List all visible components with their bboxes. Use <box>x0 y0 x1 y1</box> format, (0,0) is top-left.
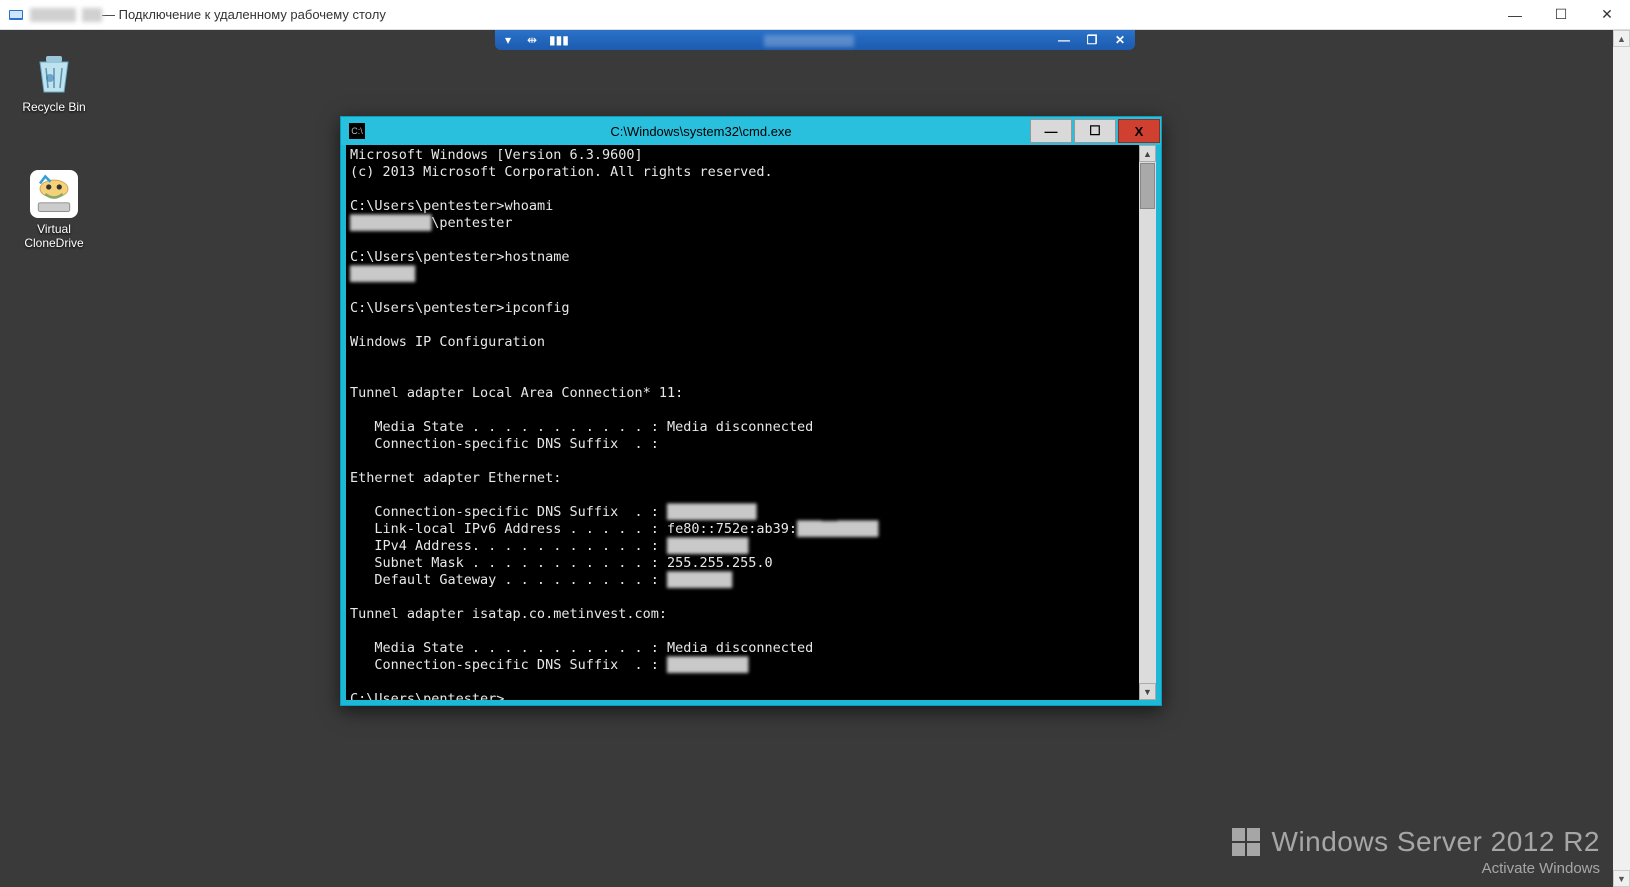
cmd-app-icon: C:\ <box>349 123 365 139</box>
conn-drag-icon: ⇹ <box>525 33 539 47</box>
cmd-line: Default Gateway . . . . . . . . . : <box>350 572 667 588</box>
recycle-bin-icon <box>30 48 78 96</box>
cmd-line: Media State . . . . . . . . . . . : Medi… <box>350 640 813 656</box>
desktop-icon-recycle-bin[interactable]: Recycle Bin <box>14 48 94 114</box>
conn-bar-title-redacted <box>764 35 854 47</box>
cmd-line: Media State . . . . . . . . . . . : Medi… <box>350 419 813 435</box>
scroll-track[interactable] <box>1613 47 1630 870</box>
cmd-title: C:\Windows\system32\cmd.exe <box>373 124 1029 139</box>
maximize-icon: ☐ <box>1555 6 1568 23</box>
conn-minimize-button[interactable]: — <box>1055 33 1073 47</box>
rdp-title-redacted-host-b <box>82 8 102 22</box>
rdp-client-titlebar: — Подключение к удаленному рабочему стол… <box>0 0 1630 30</box>
cmd-prompt: C:\Users\pentester> <box>350 300 504 316</box>
cmd-prompt: C:\Users\pentester> <box>350 249 504 265</box>
cmd-line: Microsoft Windows [Version 6.3.9600] <box>350 147 643 163</box>
conn-close-button[interactable]: ✕ <box>1111 33 1129 47</box>
cmd-output[interactable]: Microsoft Windows [Version 6.3.9600] (c)… <box>346 145 1139 700</box>
cmd-redacted: ████████ <box>667 572 732 588</box>
rdp-title-redacted-host-a <box>30 8 76 22</box>
cmd-line: Connection-specific DNS Suffix . : <box>350 504 667 520</box>
conn-restore-button[interactable]: ❐ <box>1083 33 1101 47</box>
cmd-command: whoami <box>504 198 553 214</box>
rdp-vertical-scrollbar[interactable]: ▲ ▼ <box>1613 30 1630 887</box>
cmd-line: Tunnel adapter isatap.co.metinvest.com: <box>350 606 667 622</box>
minimize-icon: — <box>1508 7 1522 23</box>
cmd-line: Ethernet adapter Ethernet: <box>350 470 561 486</box>
watermark-product: Windows Server 2012 R2 <box>1272 826 1600 858</box>
cmd-line: Link-local IPv6 Address . . . . . : fe80… <box>350 521 797 537</box>
rdp-title-suffix: — Подключение к удаленному рабочему стол… <box>102 7 386 22</box>
cmd-redacted: ████████ <box>350 266 415 282</box>
cmd-redacted: ███████████ <box>667 504 756 520</box>
rdp-close-button[interactable]: ✕ <box>1584 0 1630 30</box>
rdp-minimize-button[interactable]: — <box>1492 0 1538 30</box>
maximize-icon: ☐ <box>1089 123 1101 139</box>
cmd-titlebar[interactable]: C:\ C:\Windows\system32\cmd.exe — ☐ X <box>341 117 1161 145</box>
cmd-client-area: Microsoft Windows [Version 6.3.9600] (c)… <box>346 145 1156 700</box>
remote-desktop-viewport: ▲ ▼ ▾ ⇹ ▮▮▮ — ❐ ✕ Recycle Bin Virtual Cl… <box>0 30 1630 887</box>
minimize-icon: — <box>1045 124 1058 139</box>
cmd-line: Connection-specific DNS Suffix . : <box>350 657 667 673</box>
cmd-prompt: C:\Users\pentester> <box>350 691 504 700</box>
cmd-scrollbar[interactable]: ▲ ▼ <box>1139 145 1156 700</box>
scroll-up-icon[interactable]: ▲ <box>1613 30 1630 47</box>
rdp-maximize-button[interactable]: ☐ <box>1538 0 1584 30</box>
cmd-line: Tunnel adapter Local Area Connection* 11… <box>350 385 683 401</box>
scroll-thumb[interactable] <box>1140 163 1155 209</box>
scroll-track[interactable] <box>1139 210 1156 683</box>
cmd-redacted: ██████████ <box>667 657 748 673</box>
scroll-down-icon[interactable]: ▼ <box>1613 870 1630 887</box>
cmd-redacted: ██████████ <box>350 215 431 231</box>
cmd-line: Windows IP Configuration <box>350 334 545 350</box>
scroll-down-icon[interactable]: ▼ <box>1139 683 1156 700</box>
cmd-line: (c) 2013 Microsoft Corporation. All righ… <box>350 164 773 180</box>
cmd-line: Connection-specific DNS Suffix . : <box>350 436 659 452</box>
close-icon: X <box>1135 124 1144 139</box>
rdp-connection-bar[interactable]: ▾ ⇹ ▮▮▮ — ❐ ✕ <box>495 30 1135 50</box>
conn-bar-title <box>573 33 1045 47</box>
virtual-clonedrive-icon <box>30 170 78 218</box>
cmd-command: hostname <box>504 249 569 265</box>
watermark-activate: Activate Windows <box>1232 860 1600 877</box>
cmd-redacted: ███ █████ <box>797 521 878 537</box>
activation-watermark: Windows Server 2012 R2 Activate Windows <box>1232 826 1600 877</box>
conn-signal-icon: ▮▮▮ <box>549 33 563 47</box>
cmd-close-button[interactable]: X <box>1118 119 1160 143</box>
rdp-app-icon <box>8 7 24 23</box>
desktop-icon-label: Recycle Bin <box>14 100 94 114</box>
cmd-line: \pentester <box>431 215 512 231</box>
cmd-window[interactable]: C:\ C:\Windows\system32\cmd.exe — ☐ X Mi… <box>340 116 1162 706</box>
cmd-maximize-button[interactable]: ☐ <box>1074 119 1116 143</box>
conn-pin-icon[interactable]: ▾ <box>501 33 515 47</box>
cmd-redacted: ██████████ <box>667 538 748 554</box>
scroll-up-icon[interactable]: ▲ <box>1139 145 1156 162</box>
windows-logo-icon <box>1232 828 1260 856</box>
desktop-icon-label: Virtual CloneDrive <box>14 222 94 250</box>
cmd-command: ipconfig <box>504 300 569 316</box>
close-icon: ✕ <box>1601 6 1613 23</box>
cmd-line: IPv4 Address. . . . . . . . . . . : <box>350 538 667 554</box>
desktop-icon-virtual-clonedrive[interactable]: Virtual CloneDrive <box>14 170 94 250</box>
cmd-prompt: C:\Users\pentester> <box>350 198 504 214</box>
cmd-line: Subnet Mask . . . . . . . . . . . : 255.… <box>350 555 773 571</box>
cmd-minimize-button[interactable]: — <box>1030 119 1072 143</box>
